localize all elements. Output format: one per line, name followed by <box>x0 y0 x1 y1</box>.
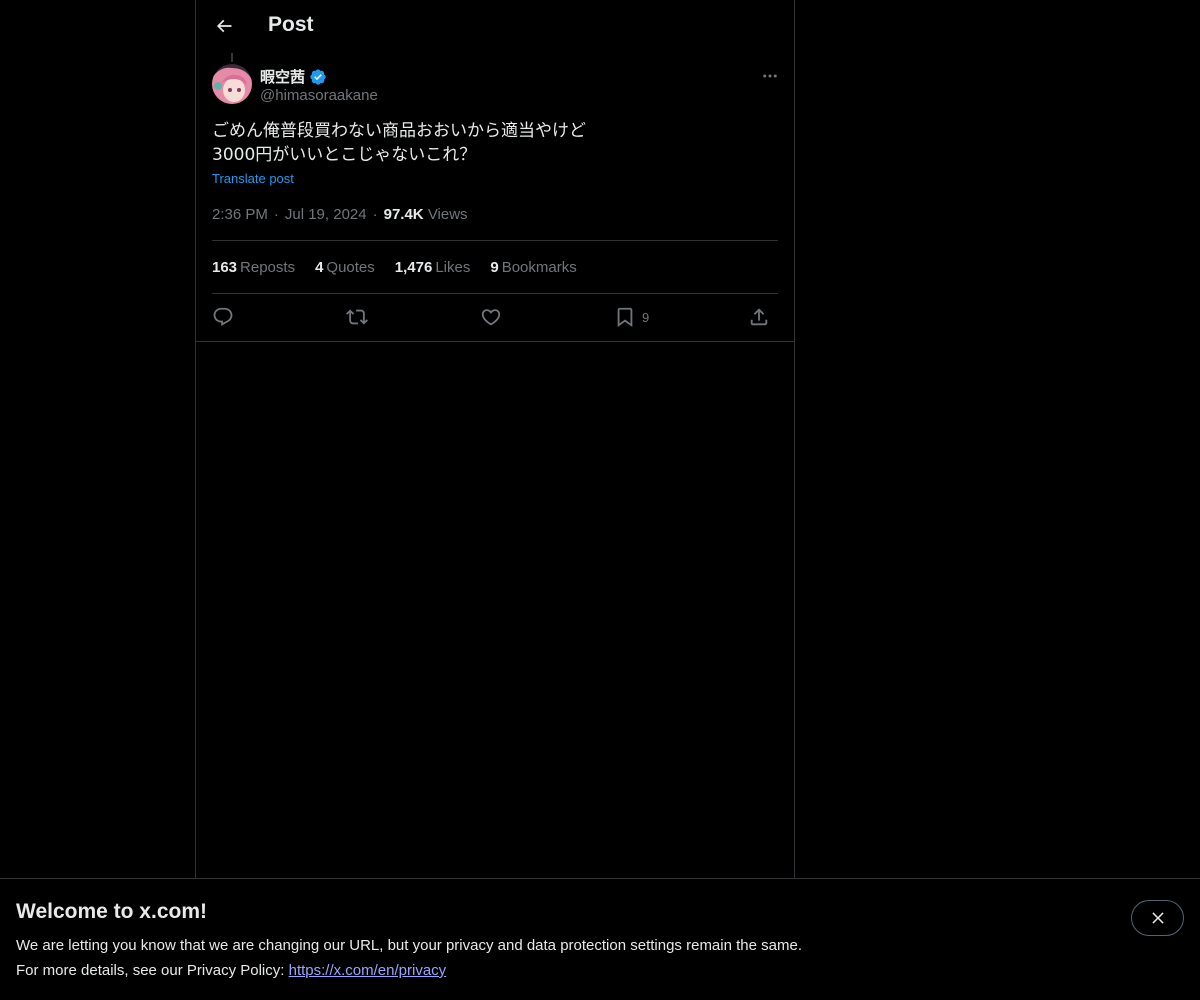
reply-button[interactable] <box>212 302 234 332</box>
banner-title: Welcome to x.com! <box>16 900 207 923</box>
quotes-count: 4 <box>315 259 324 276</box>
share-icon <box>750 308 768 326</box>
thread-connector <box>231 53 233 62</box>
more-horizontal-icon <box>763 74 777 78</box>
avatar-image <box>212 64 252 104</box>
author-name[interactable]: 暇空茜 <box>260 66 327 87</box>
bookmark-count: 9 <box>642 309 650 325</box>
reposts-label: Reposts <box>240 259 296 276</box>
post-time[interactable]: 2:36 PM <box>212 206 268 223</box>
quotes-label: Quotes <box>326 259 375 276</box>
bookmark-button[interactable]: 9 <box>614 302 649 332</box>
like-button[interactable] <box>480 302 502 332</box>
banner-privacy-line: For more details, see our Privacy Policy… <box>16 962 446 979</box>
post-header: Post <box>196 0 794 53</box>
primary-column: Post 暇空茜 @himasoraakane ごめん俺普段買わない商品おおいか… <box>195 0 795 880</box>
translate-post-link[interactable]: Translate post <box>212 171 294 186</box>
author-handle[interactable]: @himasoraakane <box>260 87 378 104</box>
heart-icon <box>481 309 501 326</box>
display-name-text: 暇空茜 <box>260 69 306 86</box>
post-actions: 9 <box>212 302 778 332</box>
likes-stat[interactable]: 1,476 Likes <box>395 259 471 276</box>
reply-icon <box>213 307 233 326</box>
reposts-stat[interactable]: 163 Reposts <box>212 259 295 276</box>
arrow-left-icon <box>216 19 232 33</box>
meta-separator: · <box>372 206 378 223</box>
post-stats: 163 Reposts 4 Quotes 1,476 Likes 9 Bookmarks <box>212 259 577 276</box>
bookmarks-label: Bookmarks <box>501 259 577 276</box>
share-button[interactable] <box>748 302 770 332</box>
reposts-count: 163 <box>212 259 238 276</box>
likes-count: 1,476 <box>394 259 433 276</box>
bookmarks-count: 9 <box>490 259 499 276</box>
verified-badge-icon <box>310 68 326 85</box>
post-date[interactable]: Jul 19, 2024 <box>285 206 367 223</box>
views-label: Views <box>427 206 468 223</box>
meta-separator: · <box>273 206 279 223</box>
close-banner-button[interactable] <box>1131 900 1184 936</box>
views-count: 97.4K <box>383 206 424 223</box>
privacy-policy-link[interactable]: https://x.com/en/privacy <box>289 962 447 979</box>
divider <box>212 240 778 241</box>
close-icon <box>1151 912 1164 924</box>
back-button[interactable] <box>206 8 242 44</box>
post-text-line: ごめん俺普段買わない商品おおいから適当やけど <box>212 121 586 141</box>
banner-message: We are letting you know that we are chan… <box>16 937 802 954</box>
quotes-stat[interactable]: 4 Quotes <box>315 259 375 276</box>
repost-icon <box>346 309 368 325</box>
post-text-line: 3000円がいいとこじゃないこれ？ <box>212 145 477 165</box>
banner-privacy-prefix: For more details, see our Privacy Policy… <box>16 962 285 979</box>
divider <box>196 341 794 342</box>
post-text: ごめん俺普段買わない商品おおいから適当やけど 3000円がいいとこじゃないこれ？ <box>212 119 778 167</box>
page-title: Post <box>268 13 314 36</box>
divider <box>212 293 778 294</box>
post-meta: 2:36 PM · Jul 19, 2024 · 97.4K Views <box>212 206 468 223</box>
repost-button[interactable] <box>346 302 368 332</box>
avatar[interactable] <box>212 64 252 104</box>
likes-label: Likes <box>435 259 471 276</box>
url-change-banner: Welcome to x.com! We are letting you kno… <box>0 878 1200 1000</box>
more-options-button[interactable] <box>756 62 784 90</box>
bookmarks-stat[interactable]: 9 Bookmarks <box>490 259 576 276</box>
bookmark-icon <box>617 307 633 328</box>
